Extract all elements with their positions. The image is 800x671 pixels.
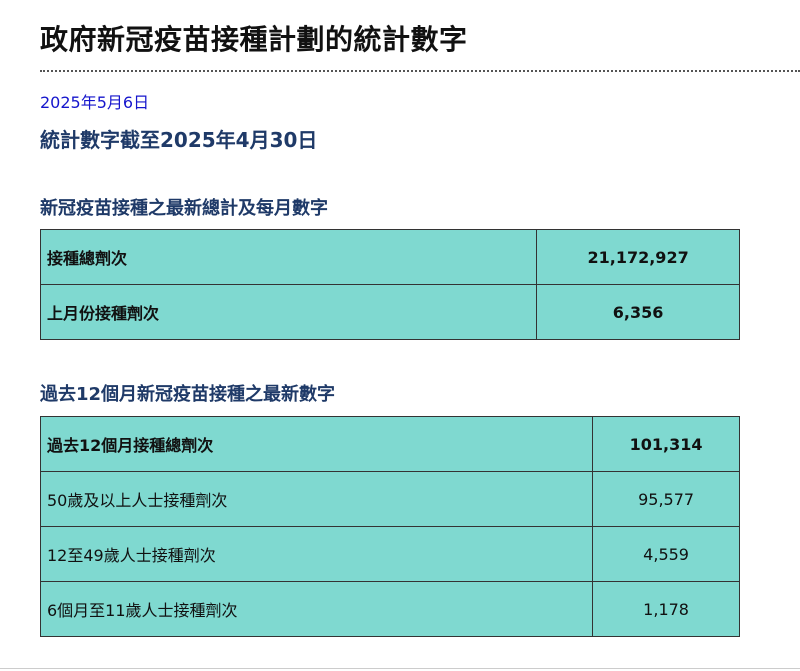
row-label-6-months-11: 6個月至11歲人士接種劑次 <box>39 581 594 637</box>
row-value-last-month-doses: 6,356 <box>536 284 740 340</box>
table-row: 過去12個月接種總劑次 101,314 <box>39 416 740 472</box>
section-heading-latest-totals: 新冠疫苗接種之最新總計及每月數字 <box>40 198 328 219</box>
row-label-age-12-49: 12至49歲人士接種劑次 <box>39 526 594 582</box>
page: 政府新冠疫苗接種計劃的統計數字 2025年5月6日 統計數字截至2025年4月3… <box>0 0 800 671</box>
table-row: 50歲及以上人士接種劑次 95,577 <box>39 471 740 527</box>
row-label-age-50-plus: 50歲及以上人士接種劑次 <box>39 471 594 527</box>
title-divider <box>40 70 800 72</box>
row-label-12-month-total: 過去12個月接種總劑次 <box>39 416 594 472</box>
row-value-age-12-49: 4,559 <box>592 526 740 582</box>
row-label-last-month-doses: 上月份接種劑次 <box>39 284 538 340</box>
table-row: 6個月至11歲人士接種劑次 1,178 <box>39 581 740 637</box>
row-value-total-doses: 21,172,927 <box>536 229 740 285</box>
page-title: 政府新冠疫苗接種計劃的統計數字 <box>40 23 468 56</box>
table-row: 上月份接種劑次 6,356 <box>39 284 740 340</box>
past-12-months-table: 過去12個月接種總劑次 101,314 50歲及以上人士接種劑次 95,577 … <box>39 416 740 637</box>
table-row: 接種總劑次 21,172,927 <box>39 229 740 285</box>
stats-as-of-heading: 統計數字截至2025年4月30日 <box>40 128 318 152</box>
publish-date: 2025年5月6日 <box>40 93 150 112</box>
table-row: 12至49歲人士接種劑次 4,559 <box>39 526 740 582</box>
row-value-age-50-plus: 95,577 <box>592 471 740 527</box>
row-value-12-month-total: 101,314 <box>592 416 740 472</box>
bottom-divider <box>0 668 800 669</box>
latest-totals-table: 接種總劑次 21,172,927 上月份接種劑次 6,356 <box>39 229 740 340</box>
row-label-total-doses: 接種總劑次 <box>39 229 538 285</box>
row-value-6-months-11: 1,178 <box>592 581 740 637</box>
section-heading-past-12-months: 過去12個月新冠疫苗接種之最新數字 <box>40 384 336 405</box>
